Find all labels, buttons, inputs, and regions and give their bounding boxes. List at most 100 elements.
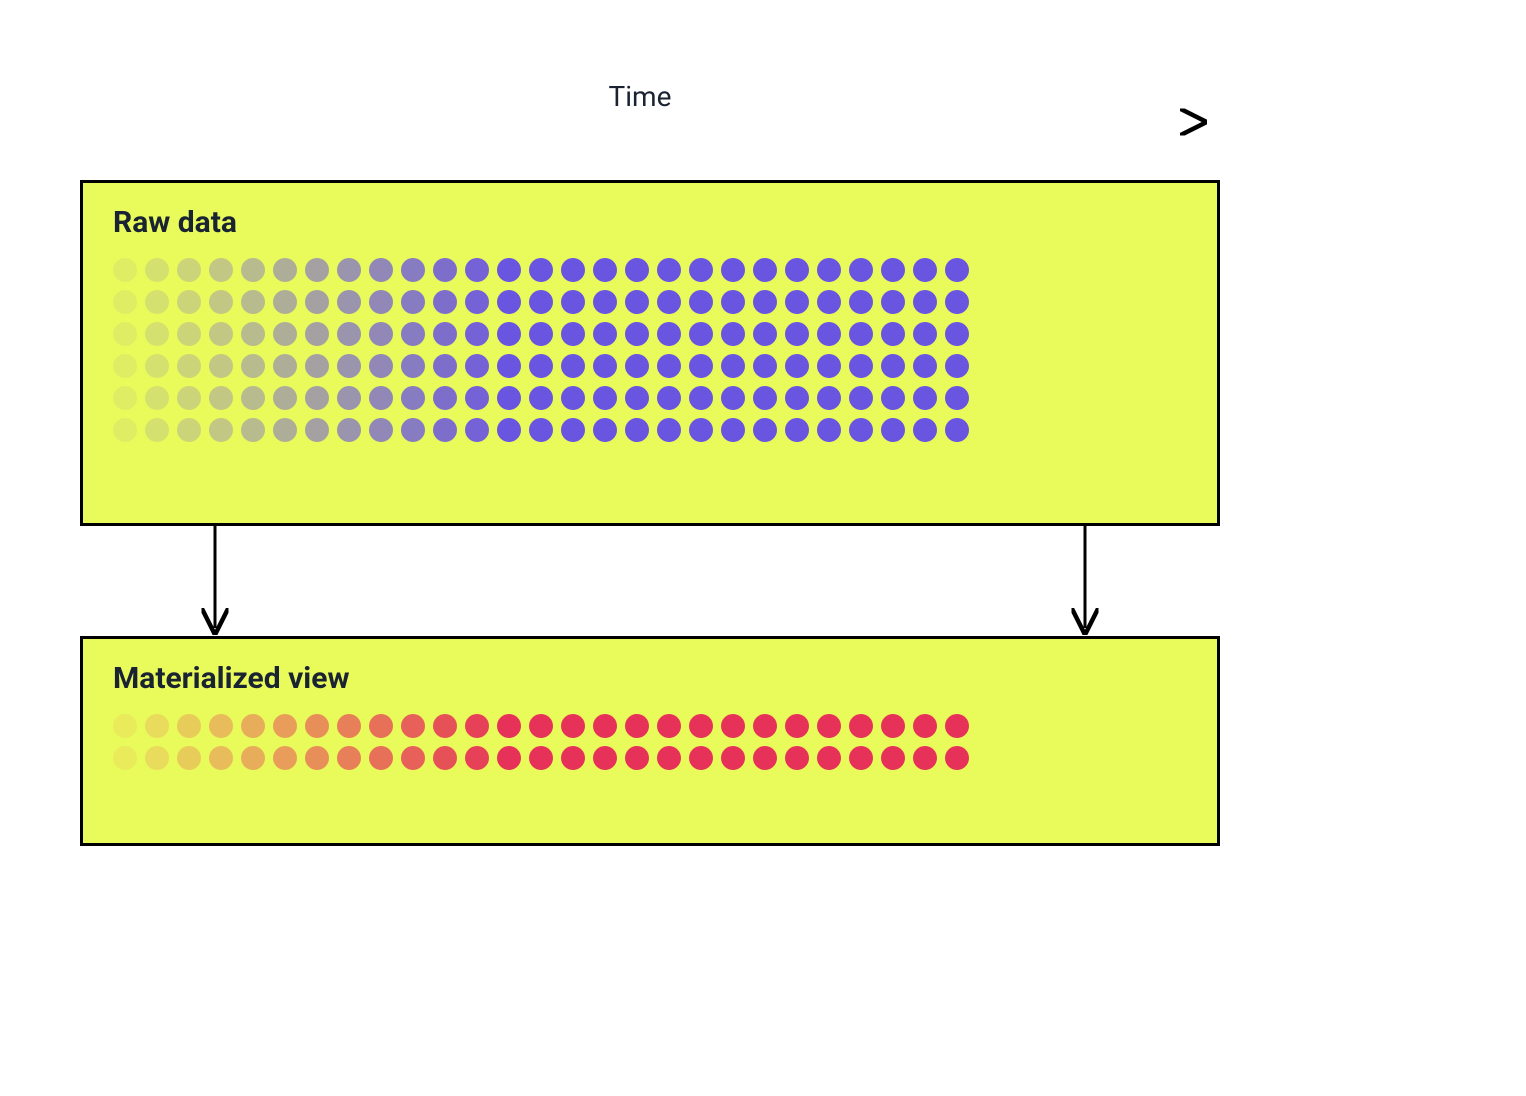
data-dot [593,354,617,378]
data-dot [529,418,553,442]
data-dot [401,322,425,346]
dot-row [113,322,1187,346]
data-dot [433,418,457,442]
data-dot [145,746,169,770]
data-dot [465,386,489,410]
data-dot [209,418,233,442]
data-dot [497,354,521,378]
data-dot [497,386,521,410]
diagram-canvas: Time Raw data Materialized view [0,0,1526,1096]
data-dot [305,258,329,282]
data-dot [529,746,553,770]
data-dot [753,418,777,442]
data-dot [625,714,649,738]
data-dot [657,322,681,346]
data-dot [241,290,265,314]
data-dot [401,290,425,314]
data-dot [465,418,489,442]
data-dot [145,258,169,282]
data-dot [305,354,329,378]
data-dot [401,714,425,738]
data-dot [497,258,521,282]
data-dot [433,322,457,346]
data-dot [817,354,841,378]
data-dot [817,290,841,314]
data-dot [529,258,553,282]
data-dot [913,322,937,346]
data-dot [145,322,169,346]
data-dot [913,714,937,738]
data-dot [913,354,937,378]
data-dot [337,354,361,378]
data-dot [465,322,489,346]
data-dot [337,746,361,770]
data-dot [177,746,201,770]
data-dot [305,418,329,442]
data-dot [817,418,841,442]
data-dot [241,418,265,442]
data-dot [753,290,777,314]
data-dot [657,386,681,410]
data-dot [945,418,969,442]
data-dot [625,258,649,282]
data-dot [913,418,937,442]
data-dot [945,290,969,314]
data-dot [241,354,265,378]
data-dot [145,418,169,442]
data-dot [337,322,361,346]
data-dot [881,258,905,282]
data-dot [561,418,585,442]
data-dot [785,258,809,282]
dot-row [113,746,1187,770]
raw-data-panel: Raw data [80,180,1220,526]
data-dot [849,258,873,282]
data-dot [561,746,585,770]
data-dot [433,354,457,378]
data-dot [497,746,521,770]
data-dot [529,322,553,346]
data-dot [657,290,681,314]
data-dot [369,418,393,442]
data-dot [945,386,969,410]
data-dot [497,290,521,314]
data-dot [305,714,329,738]
data-dot [337,386,361,410]
data-dot [305,290,329,314]
data-dot [881,354,905,378]
data-dot [945,714,969,738]
data-dot [241,322,265,346]
data-dot [305,746,329,770]
data-dot [785,386,809,410]
data-dot [849,746,873,770]
data-dot [945,746,969,770]
data-dot [625,386,649,410]
data-dot [369,386,393,410]
data-dot [177,258,201,282]
data-dot [753,322,777,346]
data-dot [177,714,201,738]
data-dot [273,290,297,314]
data-dot [817,714,841,738]
data-dot [113,418,137,442]
data-dot [881,322,905,346]
data-dot [721,418,745,442]
data-dot [369,746,393,770]
data-dot [913,746,937,770]
raw-data-title: Raw data [113,205,1187,240]
data-dot [657,418,681,442]
data-dot [273,258,297,282]
diagram-overlay-svg [0,0,1526,1096]
data-dot [177,418,201,442]
materialized-view-dot-grid [113,714,1187,770]
data-dot [657,714,681,738]
data-dot [593,290,617,314]
data-dot [337,290,361,314]
data-dot [785,290,809,314]
data-dot [305,386,329,410]
dot-row [113,354,1187,378]
data-dot [465,354,489,378]
data-dot [497,418,521,442]
data-dot [177,386,201,410]
data-dot [433,386,457,410]
time-axis-label: Time [0,80,1280,113]
